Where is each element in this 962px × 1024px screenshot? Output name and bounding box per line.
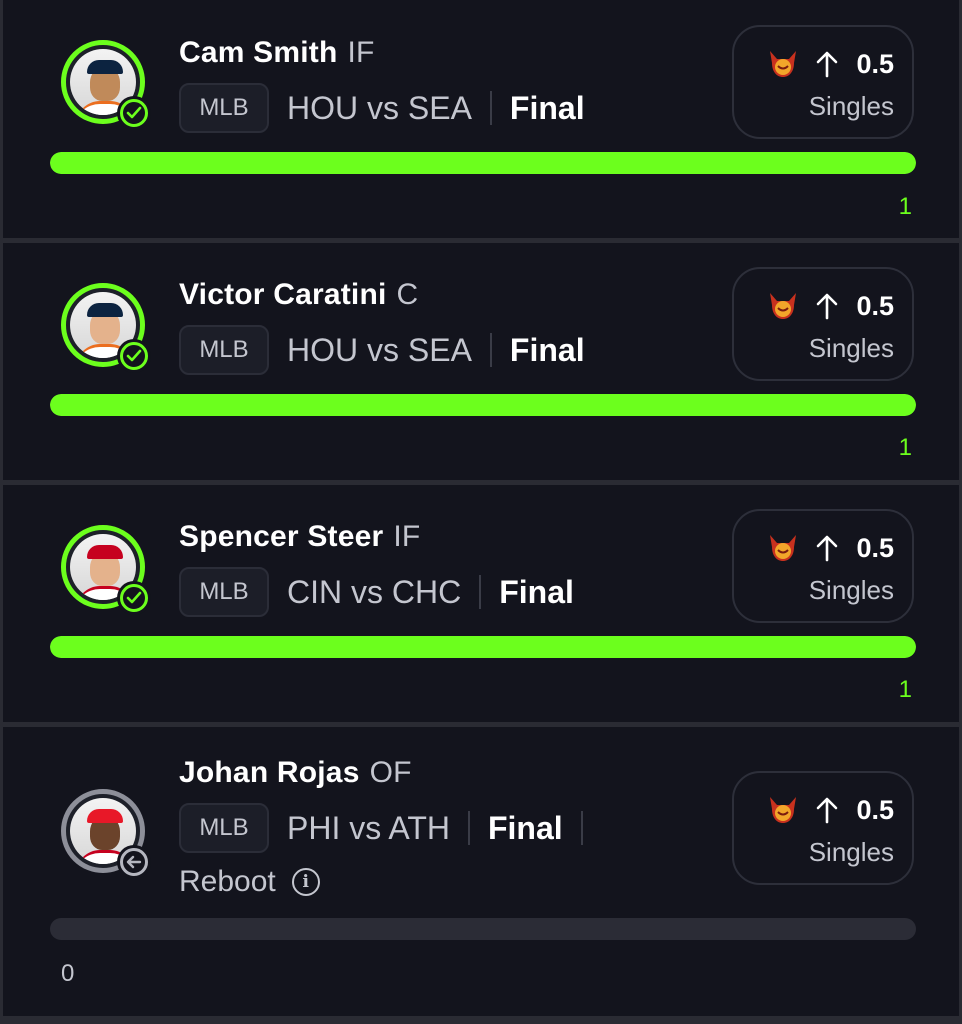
line-value: 0.5	[856, 48, 894, 79]
player-name: Victor Caratini	[179, 278, 387, 311]
line-value: 0.5	[856, 290, 894, 321]
game-info: MLB CIN vs CHC Final	[179, 567, 574, 617]
league-badge: MLB	[179, 325, 269, 375]
divider	[489, 91, 492, 125]
player-name: Cam Smith	[179, 36, 338, 69]
player-name-line: Spencer Steer IF	[179, 520, 420, 554]
game-status: Final	[509, 89, 585, 126]
up-arrow-icon	[817, 535, 838, 562]
player-position: OF	[369, 756, 412, 789]
result-value: 1	[898, 676, 912, 703]
player-name-line: Johan Rojas OF	[179, 756, 412, 790]
devil-icon	[770, 797, 797, 823]
player-name-line: Cam Smith IF	[179, 36, 375, 70]
game-info: MLB HOU vs SEA Final	[179, 83, 585, 133]
check-icon	[117, 581, 151, 615]
divider	[467, 811, 470, 845]
player-avatar	[61, 283, 151, 373]
info-icon[interactable]: i	[291, 868, 320, 896]
game-info: MLB HOU vs SEA Final	[179, 325, 585, 375]
up-arrow-icon	[817, 51, 838, 78]
game-info: MLB PHI vs ATH Final	[179, 803, 601, 853]
league-badge: MLB	[179, 803, 269, 853]
matchup: CIN vs CHC	[287, 573, 462, 610]
player-position: IF	[393, 520, 421, 553]
player-name-line: Victor Caratini C	[179, 278, 418, 312]
prop-line-box[interactable]: 0.5 Singles	[732, 25, 914, 139]
game-status: Final	[499, 573, 574, 610]
player-position: IF	[347, 36, 375, 69]
pick-card[interactable]: Johan Rojas OF MLB PHI vs ATH Final Reboo…	[3, 727, 959, 1016]
reboot-icon	[117, 845, 151, 879]
prop-line-box[interactable]: 0.5 Singles	[732, 771, 914, 885]
pick-card[interactable]: Cam Smith IF MLB HOU vs SEA Final 0.5 Sin…	[3, 0, 959, 238]
stat-type: Singles	[808, 333, 894, 363]
line-value: 0.5	[856, 794, 894, 825]
check-icon	[117, 96, 151, 130]
player-avatar	[61, 525, 151, 615]
up-arrow-icon	[817, 797, 838, 824]
devil-icon	[770, 535, 797, 561]
league-badge: MLB	[179, 567, 269, 617]
up-arrow-icon	[817, 293, 838, 320]
reboot-text: Reboot	[179, 865, 276, 898]
pick-card[interactable]: Victor Caratini C MLB HOU vs SEA Final 0.…	[3, 243, 959, 480]
divider	[479, 575, 482, 609]
matchup: HOU vs SEA	[287, 331, 472, 368]
divider	[580, 811, 583, 845]
player-name: Spencer Steer	[179, 520, 384, 553]
devil-icon	[770, 293, 797, 319]
devil-icon	[770, 51, 797, 77]
progress-bar	[50, 636, 916, 658]
player-avatar	[61, 789, 151, 879]
progress-bar	[50, 918, 916, 940]
pick-card[interactable]: Spencer Steer IF MLB CIN vs CHC Final 0.5…	[3, 485, 959, 722]
matchup: HOU vs SEA	[287, 89, 472, 126]
prop-line-box[interactable]: 0.5 Singles	[732, 509, 914, 623]
progress-fill	[50, 636, 916, 658]
progress-fill	[50, 394, 916, 416]
progress-bar	[50, 394, 916, 416]
check-icon	[117, 339, 151, 373]
progress-bar	[50, 152, 916, 174]
divider	[489, 333, 492, 367]
result-value: 1	[898, 434, 912, 461]
progress-fill	[50, 152, 916, 174]
player-name: Johan Rojas	[179, 756, 360, 789]
player-position: C	[396, 278, 419, 311]
reboot-label[interactable]: Reboot i	[179, 865, 320, 899]
result-value: 0	[61, 960, 75, 987]
line-value: 0.5	[856, 532, 894, 563]
matchup: PHI vs ATH	[287, 809, 450, 846]
player-avatar	[61, 40, 151, 130]
league-badge: MLB	[179, 83, 269, 133]
prop-line-box[interactable]: 0.5 Singles	[732, 267, 914, 381]
stat-type: Singles	[808, 91, 894, 121]
game-status: Final	[509, 331, 585, 368]
picks-list: Cam Smith IF MLB HOU vs SEA Final 0.5 Sin…	[0, 0, 962, 1024]
stat-type: Singles	[808, 837, 894, 867]
stat-type: Singles	[808, 575, 894, 605]
result-value: 1	[898, 193, 912, 220]
game-status: Final	[487, 809, 563, 846]
